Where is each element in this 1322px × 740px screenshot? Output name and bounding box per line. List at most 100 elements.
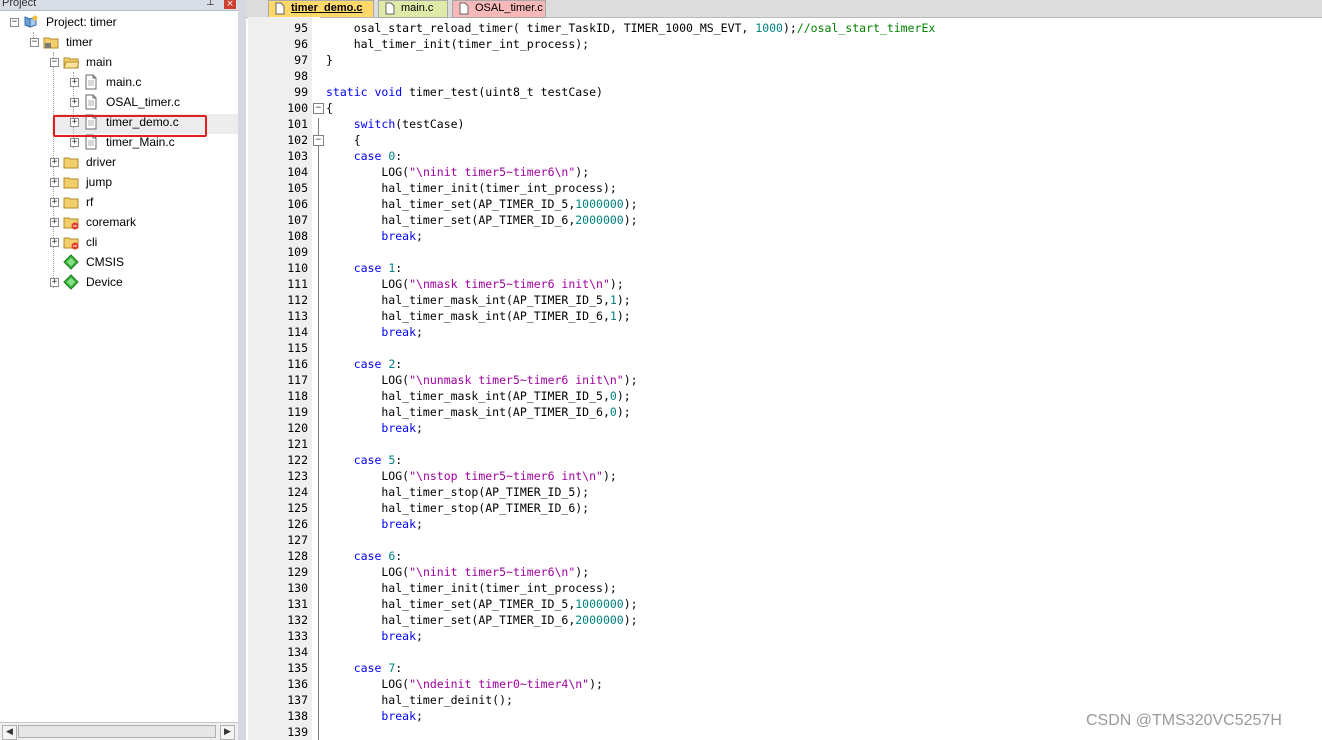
line-number: 131	[287, 597, 308, 611]
code-line[interactable]: hal_timer_set(AP_TIMER_ID_6,2000000);	[326, 212, 637, 228]
code-token: );	[616, 389, 631, 403]
panel-splitter[interactable]	[238, 0, 246, 740]
folder-icon	[63, 194, 79, 210]
code-line[interactable]: {	[326, 132, 361, 148]
code-line[interactable]: LOG("\ninit timer5~timer6\n");	[326, 564, 589, 580]
line-number: 105	[287, 181, 308, 195]
line-number: 122	[287, 453, 308, 467]
close-icon[interactable]: ×	[224, 0, 236, 9]
code-token: );	[623, 197, 638, 211]
tree-item-label: main.c	[106, 75, 142, 89]
component-icon	[63, 254, 79, 270]
editor-tab-bar: timer_demo.c main.c OSAL_timer.c	[246, 0, 1322, 18]
code-token: break	[381, 517, 417, 531]
tab-main-c[interactable]: main.c	[378, 0, 448, 18]
expand-icon[interactable]: +	[50, 178, 59, 187]
scroll-right-icon[interactable]: ▶	[220, 725, 235, 740]
line-number: 95	[294, 21, 308, 35]
code-token: :	[395, 149, 403, 163]
scroll-left-icon[interactable]: ◀	[2, 725, 17, 740]
expand-icon[interactable]: +	[50, 218, 59, 227]
code-line[interactable]: LOG("\nmask timer5~timer6 init\n");	[326, 276, 623, 292]
code-line[interactable]: hal_timer_stop(AP_TIMER_ID_5);	[326, 484, 589, 500]
code-line[interactable]: hal_timer_mask_int(AP_TIMER_ID_6,0);	[326, 404, 630, 420]
code-line[interactable]: hal_timer_init(timer_int_process);	[326, 36, 589, 52]
expand-icon[interactable]: +	[70, 78, 79, 87]
code-token: "\ndeinit timer0~timer4\n"	[409, 677, 590, 691]
code-line[interactable]: hal_timer_set(AP_TIMER_ID_5,1000000);	[326, 596, 637, 612]
code-line[interactable]: case 6:	[326, 548, 403, 564]
code-editor[interactable]: 95 osal_start_reload_timer( timer_TaskID…	[248, 20, 1322, 740]
code-line[interactable]: case 2:	[326, 356, 403, 372]
code-line[interactable]: LOG("\ninit timer5~timer6\n");	[326, 164, 589, 180]
code-line[interactable]: {	[326, 100, 333, 116]
code-line[interactable]: hal_timer_init(timer_int_process);	[326, 580, 616, 596]
code-token: LOG(	[326, 469, 410, 483]
c-file-icon	[83, 74, 99, 90]
code-line[interactable]: case 1:	[326, 260, 403, 276]
code-line[interactable]: case 0:	[326, 148, 403, 164]
code-line[interactable]: hal_timer_mask_int(AP_TIMER_ID_5,0);	[326, 388, 631, 404]
code-line[interactable]: break;	[326, 628, 423, 644]
code-token: case	[353, 149, 382, 163]
code-token: {	[326, 101, 333, 115]
code-line[interactable]: osal_start_reload_timer( timer_TaskID, T…	[326, 20, 936, 36]
code-line[interactable]: break;	[326, 324, 423, 340]
expand-icon[interactable]: +	[70, 98, 79, 107]
tree-item-label: Project: timer	[46, 15, 117, 29]
code-line[interactable]: switch(testCase)	[326, 116, 465, 132]
code-line[interactable]: hal_timer_deinit();	[326, 692, 513, 708]
code-token: "\nunmask timer5~timer6 init\n"	[409, 373, 624, 387]
project-horizontal-scrollbar[interactable]: ◀ ▶	[0, 722, 238, 740]
code-line[interactable]: LOG("\ndeinit timer0~timer4\n");	[326, 676, 603, 692]
expand-icon[interactable]: +	[50, 238, 59, 247]
code-line[interactable]: }	[326, 52, 333, 68]
code-line[interactable]: LOG("\nstop timer5~timer6 int\n");	[326, 468, 616, 484]
code-line[interactable]: break;	[326, 420, 423, 436]
code-line[interactable]: hal_timer_mask_int(AP_TIMER_ID_5,1);	[326, 292, 631, 308]
code-token: hal_timer_mask_int(AP_TIMER_ID_5,	[326, 293, 610, 307]
code-line[interactable]: hal_timer_set(AP_TIMER_ID_5,1000000);	[326, 196, 638, 212]
tree-item-label: jump	[86, 175, 113, 189]
collapse-icon[interactable]: −	[50, 58, 59, 67]
scroll-thumb[interactable]	[18, 725, 216, 738]
code-token: );	[616, 293, 631, 307]
pin-icon[interactable]: ⊥	[206, 0, 215, 8]
code-line[interactable]: LOG("\nunmask timer5~timer6 init\n");	[326, 372, 637, 388]
code-line[interactable]: break;	[326, 516, 423, 532]
expand-icon[interactable]: +	[50, 158, 59, 167]
code-line[interactable]: case 5:	[326, 452, 403, 468]
code-line[interactable]: break;	[326, 708, 423, 724]
line-number: 97	[294, 53, 308, 67]
code-line[interactable]: static void timer_test(uint8_t testCase)	[326, 84, 603, 100]
folder-icon	[63, 154, 79, 170]
tab-timer-demo-c[interactable]: timer_demo.c	[268, 0, 374, 17]
code-line[interactable]: break;	[326, 228, 423, 244]
code-line[interactable]: hal_timer_set(AP_TIMER_ID_6,2000000);	[326, 612, 637, 628]
collapse-icon[interactable]: −	[30, 38, 39, 47]
project-panel-title: Project	[2, 0, 37, 9]
code-line[interactable]: case 7:	[326, 660, 403, 676]
code-token: case	[353, 661, 382, 675]
c-file-icon	[275, 2, 285, 15]
expand-icon[interactable]: +	[50, 198, 59, 207]
expand-icon[interactable]: +	[70, 138, 79, 147]
line-number: 130	[287, 581, 308, 595]
collapse-icon[interactable]: −	[10, 18, 19, 27]
code-token: hal_timer_stop(AP_TIMER_ID_6);	[326, 501, 590, 515]
expand-icon[interactable]: +	[50, 278, 59, 287]
code-token: LOG(	[326, 373, 410, 387]
code-token: case	[353, 549, 382, 563]
tree-item-label: main	[86, 55, 113, 69]
tab-osal-timer-c[interactable]: OSAL_timer.c	[452, 0, 546, 18]
component-icon	[63, 274, 79, 290]
code-line[interactable]: hal_timer_stop(AP_TIMER_ID_6);	[326, 500, 589, 516]
code-token: "\ninit timer5~timer6\n"	[409, 165, 576, 179]
code-token: "\nstop timer5~timer6 int\n"	[409, 469, 603, 483]
code-line[interactable]: hal_timer_init(timer_int_process);	[326, 180, 616, 196]
code-line[interactable]: hal_timer_mask_int(AP_TIMER_ID_6,1);	[326, 308, 630, 324]
